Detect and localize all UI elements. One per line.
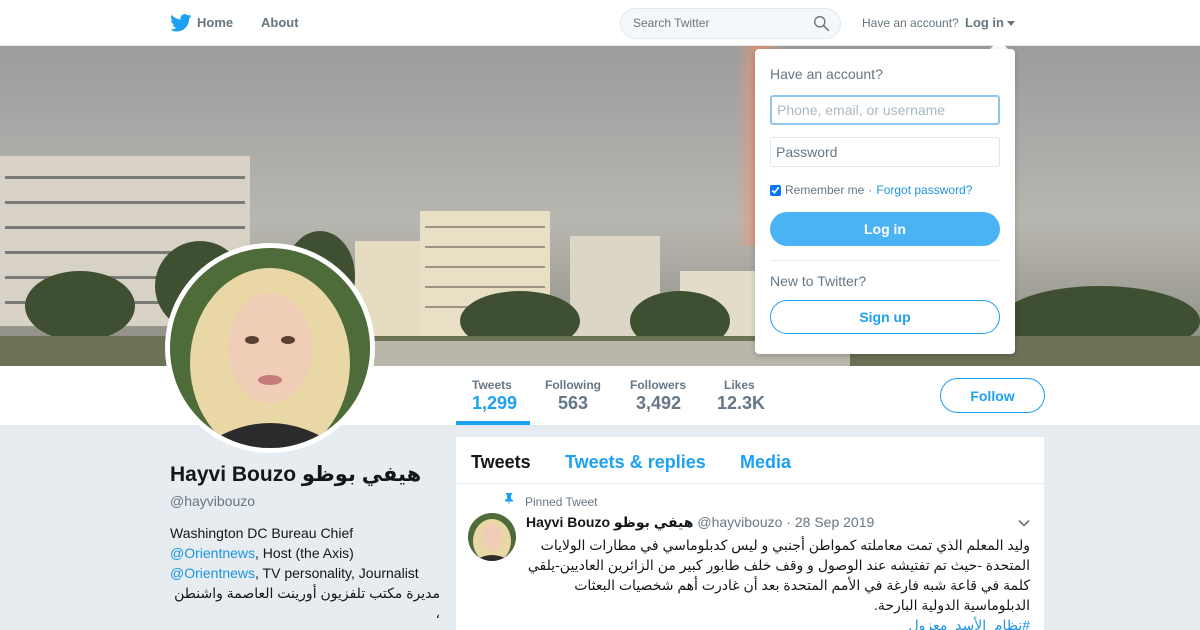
profile-name[interactable]: Hayvi Bouzo هيفي بوظو xyxy=(170,462,440,487)
tweet-hashtag-link[interactable]: #نظام_الأسد_معزول xyxy=(908,617,1030,630)
tweet-header: Hayvi Bouzo هيفي بوظو @hayvibouzo · 28 S… xyxy=(526,514,874,531)
remember-row: Remember me · Forgot password? xyxy=(770,183,972,197)
tweet-author-handle[interactable]: @hayvibouzo xyxy=(697,514,782,530)
search-icon[interactable] xyxy=(813,15,830,32)
stat-value: 563 xyxy=(558,393,589,413)
tweet-body: وليد المعلم الذي تمت معاملته كمواطن أجنب… xyxy=(527,537,1030,613)
remember-me-checkbox[interactable] xyxy=(770,184,781,196)
bio-text: , TV personality, Journalist xyxy=(255,565,419,581)
remember-separator: · xyxy=(868,183,873,197)
caret-down-icon xyxy=(1007,20,1015,26)
follow-button[interactable]: Follow xyxy=(940,378,1045,413)
dropdown-title: Have an account? xyxy=(770,66,883,82)
active-stat-underline xyxy=(456,421,530,425)
have-account-text: Have an account? xyxy=(862,16,959,30)
pinned-tweet-label: Pinned Tweet xyxy=(525,495,598,509)
tweet-avatar[interactable] xyxy=(468,513,516,561)
chevron-down-icon[interactable] xyxy=(1018,517,1030,529)
bio-mention-link[interactable]: @Orientnews xyxy=(170,565,255,581)
timeline: Tweets Tweets & replies Media Pinned Twe… xyxy=(456,437,1044,630)
login-dropdown: Have an account? Remember me · Forgot pa… xyxy=(755,49,1015,354)
password-field[interactable] xyxy=(770,137,1000,167)
profile-card: Hayvi Bouzo هيفي بوظو @hayvibouzo Washin… xyxy=(170,462,440,623)
bio-mention-link[interactable]: @Orientnews xyxy=(170,545,255,561)
dropdown-divider xyxy=(770,260,1000,261)
timeline-tabs: Tweets Tweets & replies Media xyxy=(456,437,1044,484)
bio-line: Washington DC Bureau Chief xyxy=(170,525,354,541)
tab-media[interactable]: Media xyxy=(740,452,791,473)
stat-value: 1,299 xyxy=(472,393,518,413)
top-navigation: Home About Have an account? Log in xyxy=(0,0,1200,46)
profile-handle[interactable]: @hayvibouzo xyxy=(170,493,440,509)
username-field[interactable] xyxy=(770,95,1000,125)
stat-followers[interactable]: Followers 3,492 xyxy=(630,378,686,414)
tweet-text: وليد المعلم الذي تمت معاملته كمواطن أجنب… xyxy=(526,535,1030,630)
stat-label: Followers xyxy=(630,378,687,392)
remember-me-label[interactable]: Remember me xyxy=(785,183,864,197)
twitter-bird-icon[interactable] xyxy=(170,14,192,32)
search-box[interactable] xyxy=(620,8,841,39)
avatar-image xyxy=(170,248,370,448)
stat-value: 3,492 xyxy=(636,393,682,413)
tweet-meta-separator: · xyxy=(782,514,795,530)
profile-bio: Washington DC Bureau Chief @Orientnews, … xyxy=(170,523,440,623)
search-input[interactable] xyxy=(633,16,803,30)
signup-button[interactable]: Sign up xyxy=(770,300,1000,334)
bio-arabic-text: مديرة مكتب تلفزيون أورينت العاصمة واشنطن… xyxy=(174,585,440,621)
new-to-twitter-text: New to Twitter? xyxy=(770,273,867,289)
pinned-tweet[interactable]: Pinned Tweet Hayvi Bouzo هيفي بوظو @hayv… xyxy=(456,484,1044,630)
stat-tweets[interactable]: Tweets 1,299 xyxy=(472,378,517,414)
stat-likes[interactable]: Likes 12.3K xyxy=(717,378,765,414)
tweet-author-name[interactable]: Hayvi Bouzo هيفي بوظو xyxy=(526,514,693,530)
bio-text: , Host (the Axis) xyxy=(255,545,354,561)
tweet-avatar-image xyxy=(468,513,516,561)
login-button[interactable]: Log in xyxy=(770,212,1000,246)
pin-icon xyxy=(505,493,513,505)
stat-label: Tweets xyxy=(472,378,512,392)
login-link-label: Log in xyxy=(965,15,1004,30)
profile-avatar[interactable] xyxy=(165,243,375,453)
stat-following[interactable]: Following 563 xyxy=(545,378,601,414)
tab-tweets-replies[interactable]: Tweets & replies xyxy=(565,452,706,473)
stat-value: 12.3K xyxy=(717,393,766,413)
tweet-timestamp[interactable]: 28 Sep 2019 xyxy=(795,514,874,530)
stat-label: Likes xyxy=(724,378,755,392)
forgot-password-link[interactable]: Forgot password? xyxy=(876,183,972,197)
login-dropdown-toggle[interactable]: Log in xyxy=(965,15,1015,30)
stat-label: Following xyxy=(545,378,601,392)
tab-tweets[interactable]: Tweets xyxy=(471,452,531,473)
nav-about-link[interactable]: About xyxy=(261,15,299,30)
nav-home-link[interactable]: Home xyxy=(197,15,233,30)
